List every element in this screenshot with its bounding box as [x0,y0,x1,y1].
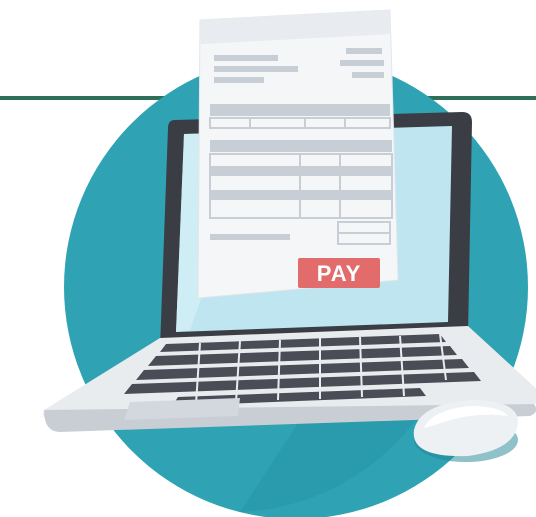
pay-button-label: PAY [317,261,362,286]
invoice-line [210,234,290,240]
invoice-line [214,77,264,83]
invoice-table-header [210,140,392,152]
online-payment-illustration: PAY [0,0,536,517]
invoice-line [346,48,382,54]
pay-button: PAY [298,258,380,288]
invoice-table-header [210,104,390,116]
invoice-line [214,66,298,72]
laptop-invoice-payment-icon: PAY [0,9,536,517]
invoice-line [340,60,384,66]
invoice-line [352,72,384,78]
invoice-document: PAY [197,9,399,299]
invoice-line [214,55,278,61]
